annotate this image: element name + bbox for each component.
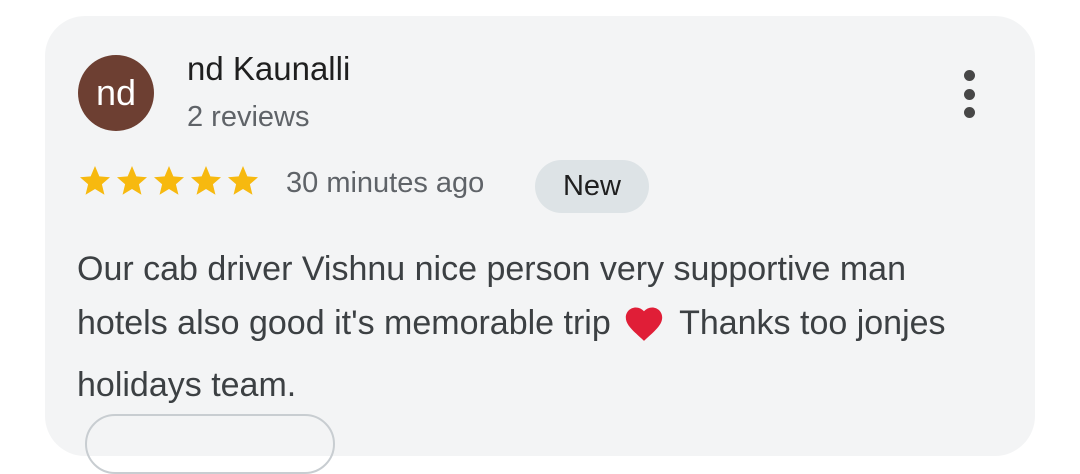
star-rating xyxy=(77,163,261,199)
author-review-count: 2 reviews xyxy=(187,101,310,133)
star-icon xyxy=(225,163,261,199)
new-badge-label: New xyxy=(562,170,621,202)
star-icon xyxy=(77,163,113,199)
reaction-button[interactable] xyxy=(85,414,335,474)
more-vertical-icon-dot xyxy=(963,107,975,118)
more-vertical-icon-dot xyxy=(963,88,975,100)
more-options-button[interactable] xyxy=(951,66,987,122)
heart-icon xyxy=(622,302,666,358)
more-vertical-icon xyxy=(963,70,975,81)
author-name[interactable]: nd Kaunalli xyxy=(187,50,350,88)
avatar[interactable]: nd xyxy=(78,55,154,131)
review-timestamp: 30 minutes ago xyxy=(286,167,485,199)
review-text: Our cab driver Vishnu nice person very s… xyxy=(77,242,997,412)
review-card: nd nd Kaunalli 2 reviews 30 minutes ago … xyxy=(45,16,1035,474)
star-icon xyxy=(114,163,150,199)
avatar-initials: nd xyxy=(95,72,137,113)
star-icon xyxy=(151,163,187,199)
star-icon xyxy=(188,163,224,199)
new-badge: New xyxy=(535,160,649,213)
